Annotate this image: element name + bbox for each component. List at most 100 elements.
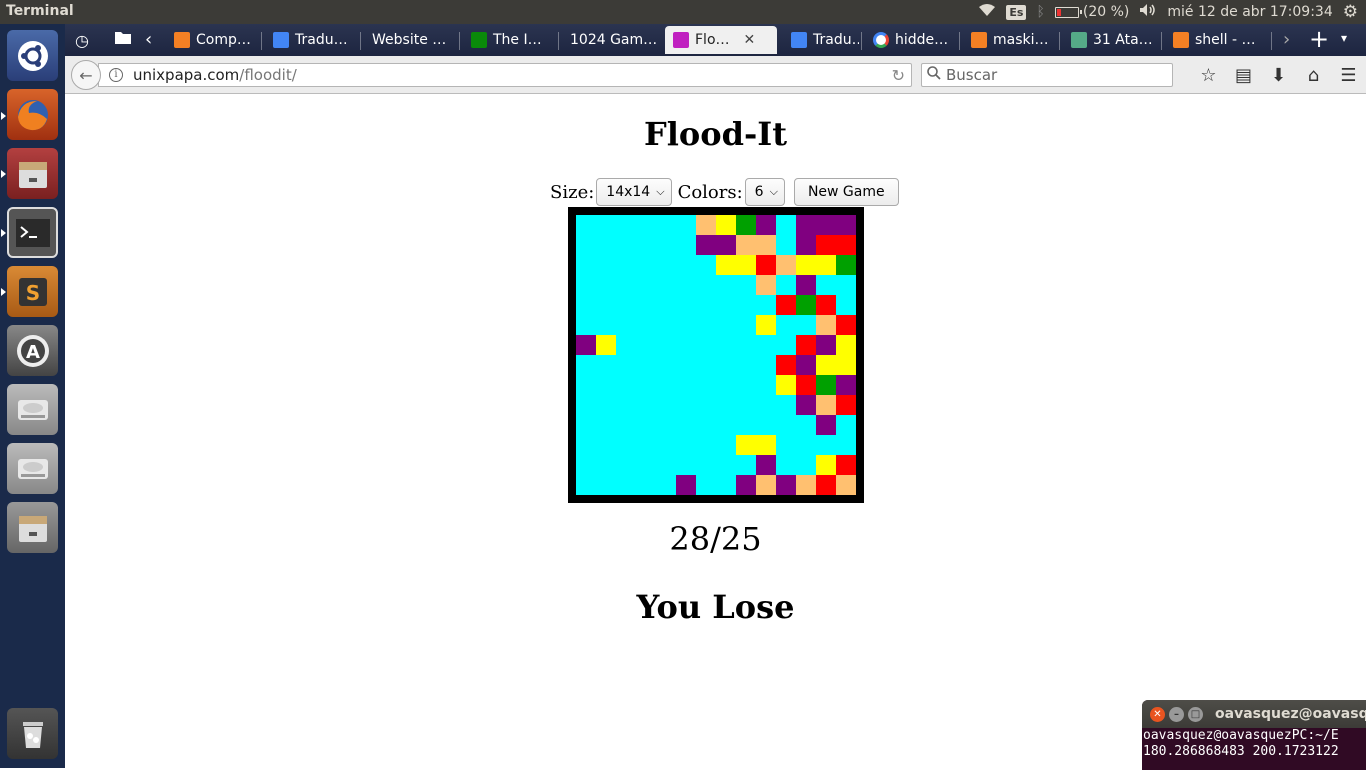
board-cell (656, 395, 676, 415)
board-cell (816, 315, 836, 335)
software-updater-icon[interactable]: A (7, 325, 58, 376)
tab[interactable]: The I… (463, 26, 556, 54)
wifi-icon[interactable] (978, 3, 996, 21)
download-icon[interactable]: ⬇ (1261, 65, 1296, 86)
reading-list-icon[interactable]: ▤ (1226, 65, 1261, 86)
board-cell (656, 415, 676, 435)
site-info-icon[interactable]: i (109, 68, 123, 82)
board-cell (616, 355, 636, 375)
board-cell (676, 295, 696, 315)
tab[interactable]: 31 Ata… (1063, 26, 1159, 54)
board-cell (676, 335, 696, 355)
board-cell (676, 235, 696, 255)
tab-label: Comp… (196, 32, 251, 48)
tab-separator (261, 32, 262, 50)
terminal-line: 180.286868483 200.1723122 (1143, 744, 1339, 759)
sublime-text-icon[interactable]: S (7, 266, 58, 317)
tab[interactable]: Comp… (166, 26, 259, 54)
new-tab-icon[interactable]: + (1309, 25, 1329, 53)
terminal-app-icon[interactable] (7, 207, 58, 258)
board-cell (616, 335, 636, 355)
board-cell (576, 355, 596, 375)
volume-icon[interactable] (1139, 3, 1157, 21)
board-cell (836, 435, 856, 455)
terminal-titlebar[interactable]: ✕ – □ oavasquez@oavasquez (1142, 700, 1366, 728)
home-icon[interactable]: ⌂ (1296, 65, 1331, 86)
board-cell (716, 415, 736, 435)
board-cell (696, 375, 716, 395)
board-cell (796, 435, 816, 455)
tab[interactable]: maski… (963, 26, 1057, 54)
tabs-scroll-right-icon[interactable]: › (1283, 29, 1290, 50)
battery-indicator[interactable]: (20 %) (1054, 4, 1129, 20)
board-cell (716, 255, 736, 275)
clock[interactable]: mié 12 de abr 17:09:34 (1167, 4, 1332, 20)
board-cell (756, 335, 776, 355)
bluetooth-icon[interactable]: ᛒ (1036, 4, 1044, 20)
board-cell (576, 255, 596, 275)
board-cell (596, 315, 616, 335)
tab-list-chevron-icon[interactable]: ▾ (1341, 31, 1347, 45)
colors-select[interactable]: 6 ⌵ (744, 178, 785, 206)
files-icon[interactable] (7, 148, 58, 199)
tab-active[interactable]: Flo… ✕ (665, 26, 777, 54)
reload-icon[interactable]: ↻ (892, 66, 905, 85)
url-bar[interactable]: i unixpapa.com/floodit/ ↻ (98, 63, 912, 87)
history-icon[interactable]: ◷ (75, 31, 89, 50)
board-cell (616, 415, 636, 435)
active-app-title: Terminal (6, 3, 74, 19)
terminal-window[interactable]: ✕ – □ oavasquez@oavasquez oavasquez@oava… (1142, 700, 1366, 770)
new-game-button[interactable]: New Game (793, 178, 899, 206)
board-cell (756, 315, 776, 335)
tab[interactable]: Tradu… (265, 26, 358, 54)
board-cell (616, 435, 636, 455)
board-cell (716, 435, 736, 455)
board-cell (716, 215, 736, 235)
search-bar[interactable]: Buscar (921, 63, 1173, 87)
tab-separator (959, 32, 960, 50)
board-cell (736, 475, 756, 495)
back-button[interactable]: ← (71, 60, 101, 90)
tab-label: Website … (372, 32, 447, 48)
files-icon-2[interactable] (7, 502, 58, 553)
board-cell (636, 275, 656, 295)
maximize-icon[interactable]: □ (1188, 706, 1203, 722)
folder-icon[interactable] (114, 29, 132, 49)
tab-label: 1024 Gam… (570, 32, 658, 48)
tab[interactable]: Tradu… (783, 26, 859, 54)
bookmark-star-icon[interactable]: ☆ (1191, 65, 1226, 86)
tab[interactable]: shell - … (1165, 26, 1269, 54)
trash-icon[interactable] (7, 708, 58, 759)
board-cell (636, 215, 656, 235)
launcher: S A (0, 24, 65, 768)
tab[interactable]: Website … (364, 26, 457, 54)
keyboard-layout-indicator[interactable]: Es (1006, 4, 1027, 20)
google-icon (873, 32, 889, 48)
drive-icon-2[interactable] (7, 443, 58, 494)
close-icon[interactable]: ✕ (1150, 706, 1165, 722)
minimize-icon[interactable]: – (1169, 706, 1184, 722)
tab[interactable]: hidde… (865, 26, 957, 54)
hamburger-menu-icon[interactable]: ☰ (1331, 65, 1366, 86)
close-tab-icon[interactable]: ✕ (744, 32, 756, 48)
drive-icon[interactable] (7, 384, 58, 435)
board-cell (756, 435, 776, 455)
board-cell (636, 435, 656, 455)
board-cell (656, 235, 676, 255)
board-cell (716, 455, 736, 475)
tab[interactable]: 1024 Gam… (562, 26, 659, 54)
board-cell (696, 415, 716, 435)
tab-separator (1161, 32, 1162, 50)
board-cell (756, 275, 776, 295)
firefox-icon[interactable] (7, 89, 58, 140)
tabs-scroll-left-icon[interactable]: ‹ (145, 29, 152, 50)
settings-gear-icon[interactable]: ⚙ (1343, 2, 1358, 22)
size-select[interactable]: 14x14 ⌵ (596, 178, 672, 206)
ubuntu-dash-icon[interactable] (7, 30, 58, 81)
board-cell (756, 295, 776, 315)
board-cell (816, 335, 836, 355)
board-cell (816, 355, 836, 375)
board-cell (836, 415, 856, 435)
board-cell (656, 455, 676, 475)
board-cell (676, 355, 696, 375)
